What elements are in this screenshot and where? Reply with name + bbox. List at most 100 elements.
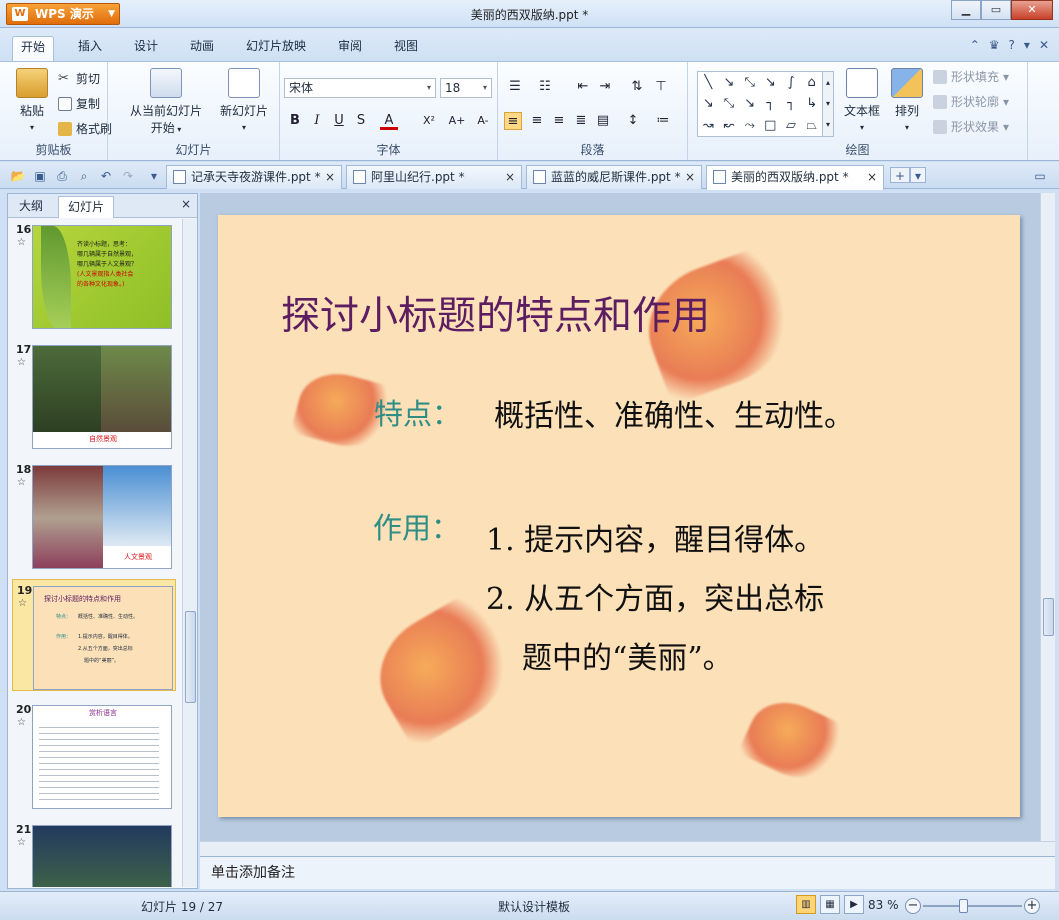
font-size-select[interactable]: 18 ▾ xyxy=(440,78,492,98)
slide-thumb-21[interactable]: 21 ☆ xyxy=(12,819,176,887)
tab-review[interactable]: 审阅 xyxy=(330,36,370,62)
shapes-gallery[interactable]: ╲ ↘ ⤡ ↘ ∫ ⌂ ↘ ⤡ ↘ ┐ ┐ ↳ ↝ ↜ ⤳ □ ▱ ⏢ xyxy=(697,71,823,137)
justify-icon[interactable]: ≣ xyxy=(572,112,590,130)
arrow-shape-icon[interactable]: ↘ xyxy=(719,72,740,93)
double-arrow-shape-icon[interactable]: ⤡ xyxy=(739,72,760,93)
align-center-icon[interactable]: ≡ xyxy=(528,112,546,130)
freeform-shape-icon[interactable]: ⌂ xyxy=(801,72,822,93)
numbering-icon[interactable]: ☷ xyxy=(536,78,554,96)
shrink-font-button[interactable]: A- xyxy=(474,112,492,130)
slide-thumb-20[interactable]: 20 ☆ 赏析语言 xyxy=(12,699,176,811)
print-icon[interactable]: ⎙ xyxy=(54,168,70,184)
font-name-select[interactable]: 宋体 ▾ xyxy=(284,78,436,98)
superscript-button[interactable]: X² xyxy=(420,112,438,130)
shapes-scroll[interactable]: ▴ ▾ ▾ xyxy=(822,71,834,137)
doc-tab-1[interactable]: 记承天寺夜游课件.ppt * × xyxy=(166,165,342,189)
slide-sorter-icon[interactable]: ▦ xyxy=(820,895,840,914)
usage-label[interactable]: 作用： xyxy=(373,505,460,547)
italic-button[interactable]: I xyxy=(308,112,326,130)
close-tab-icon[interactable]: × xyxy=(505,166,515,188)
collapse-ribbon-icon[interactable]: ⌃ xyxy=(970,38,980,52)
paste-button[interactable]: 粘贴 ▾ xyxy=(12,68,52,133)
feature-text[interactable]: 概括性、准确性、生动性。 xyxy=(494,391,854,435)
print-preview-icon[interactable]: ⌕ xyxy=(76,168,92,184)
zoom-slider[interactable]: − + xyxy=(905,896,1040,916)
minimize-button[interactable]: ▁ xyxy=(951,0,981,20)
close-panel-icon[interactable]: × xyxy=(181,197,191,211)
redo-icon[interactable]: ↷ xyxy=(120,168,136,184)
tab-home[interactable]: 开始 xyxy=(12,36,55,62)
rect-shape-icon[interactable]: □ xyxy=(760,115,781,136)
tab-slides[interactable]: 幻灯片 xyxy=(58,196,115,218)
shape-outline-button[interactable]: 形状轮廓 ▾ xyxy=(933,93,1009,110)
slideshow-view-icon[interactable]: ▶ xyxy=(844,895,864,914)
curved-connector-icon[interactable]: ↝ xyxy=(698,115,719,136)
slide-vertical-scrollbar[interactable] xyxy=(1040,193,1055,841)
tab-view[interactable]: 视图 xyxy=(386,36,426,62)
distribute-icon[interactable]: ▤ xyxy=(594,112,612,130)
notes-pane[interactable]: 单击添加备注 xyxy=(200,856,1055,889)
shadow-button[interactable]: S xyxy=(352,112,370,130)
close-button[interactable]: ✕ xyxy=(1011,0,1053,20)
usage-points[interactable]: 1. 提示内容，醒目得体。 2. 从五个方面，突出总标 题中的“美丽”。 xyxy=(486,511,824,688)
font-color-button[interactable]: A xyxy=(380,112,398,130)
tab-outline[interactable]: 大纲 xyxy=(10,196,52,218)
normal-view-icon[interactable]: ▥ xyxy=(796,895,816,914)
copy-button[interactable]: 复制 xyxy=(58,95,100,112)
slide-title[interactable]: 探讨小标题的特点和作用 xyxy=(281,285,710,341)
close-tab-icon[interactable]: × xyxy=(325,166,335,188)
slide-thumb-17[interactable]: 17 ☆ 自然景观 xyxy=(12,339,176,451)
connector3-shape-icon[interactable]: ↘ xyxy=(739,93,760,114)
new-slide-button[interactable]: 新幻灯片 ▾ xyxy=(216,68,272,133)
zoom-in-icon[interactable]: + xyxy=(1024,898,1040,914)
slide-horizontal-scrollbar[interactable] xyxy=(200,841,1055,856)
customize-toolbar-icon[interactable]: ▾ xyxy=(146,168,162,184)
slide-thumb-18[interactable]: 18 ☆ 人文景观 xyxy=(12,459,176,571)
bullets-icon[interactable]: ☰ xyxy=(506,78,524,96)
doc-tab-2[interactable]: 阿里山纪行.ppt * × xyxy=(346,165,522,189)
decrease-indent-icon[interactable]: ⇤ xyxy=(574,78,592,96)
elbow-shape-icon[interactable]: ↘ xyxy=(760,72,781,93)
parallelogram-shape-icon[interactable]: ▱ xyxy=(781,115,802,136)
elbow-connector3-icon[interactable]: ↳ xyxy=(801,93,822,114)
format-painter-button[interactable]: 格式刷 xyxy=(58,120,112,137)
underline-button[interactable]: U xyxy=(330,112,348,130)
elbow-connector-icon[interactable]: ┐ xyxy=(760,93,781,114)
align-right-icon[interactable]: ≡ xyxy=(550,112,568,130)
shape-effect-button[interactable]: 形状效果 ▾ xyxy=(933,118,1009,135)
close-tab-icon[interactable]: × xyxy=(867,166,877,188)
line-shape-icon[interactable]: ╲ xyxy=(698,72,719,93)
textbox-button[interactable]: 文本框 ▾ xyxy=(840,68,884,133)
arrange-button[interactable]: 排列 ▾ xyxy=(888,68,926,133)
restore-layout-icon[interactable]: ▭ xyxy=(1032,168,1048,184)
curve-shape-icon[interactable]: ∫ xyxy=(781,72,802,93)
help-icon[interactable]: ? xyxy=(1009,38,1015,52)
zoom-out-icon[interactable]: − xyxy=(905,898,921,914)
tab-slideshow[interactable]: 幻灯片放映 xyxy=(238,36,314,62)
maximize-button[interactable]: ▭ xyxy=(981,0,1011,20)
elbow-connector2-icon[interactable]: ┐ xyxy=(781,93,802,114)
connector-shape-icon[interactable]: ↘ xyxy=(698,93,719,114)
trapezoid-shape-icon[interactable]: ⏢ xyxy=(801,115,822,136)
skin-icon[interactable]: ♛ xyxy=(989,38,1000,52)
cut-button[interactable]: ✂ 剪切 xyxy=(58,70,100,87)
curved-connector2-icon[interactable]: ↜ xyxy=(719,115,740,136)
grow-font-button[interactable]: A+ xyxy=(448,112,466,130)
paragraph-settings-icon[interactable]: ≔ xyxy=(654,112,672,130)
tab-design[interactable]: 设计 xyxy=(126,36,166,62)
bold-button[interactable]: B xyxy=(286,112,304,130)
doc-tab-4[interactable]: 美丽的西双版纳.ppt * × xyxy=(706,165,884,190)
feature-label[interactable]: 特点： xyxy=(374,391,461,433)
design-template[interactable]: 默认设计模板 xyxy=(498,898,570,915)
tab-animation[interactable]: 动画 xyxy=(182,36,222,62)
close-doc-icon[interactable]: ✕ xyxy=(1039,38,1049,52)
play-from-current-button[interactable]: 从当前幻灯片 开始 ▾ xyxy=(124,68,208,136)
save-icon[interactable]: ▣ xyxy=(32,168,48,184)
undo-icon[interactable]: ↶ xyxy=(98,168,114,184)
open-icon[interactable]: 📂 xyxy=(10,168,26,184)
shape-fill-button[interactable]: 形状填充 ▾ xyxy=(933,68,1009,85)
text-direction-icon[interactable]: ⇅ xyxy=(628,78,646,96)
increase-indent-icon[interactable]: ⇥ xyxy=(596,78,614,96)
chevron-down-icon[interactable]: ▾ xyxy=(1024,38,1030,52)
slide-thumb-16[interactable]: 16 ☆ 齐读小标题，思考： 哪几辆属于自然景观， 哪几辆属于人文景观？ (人文景观指… xyxy=(12,219,176,331)
